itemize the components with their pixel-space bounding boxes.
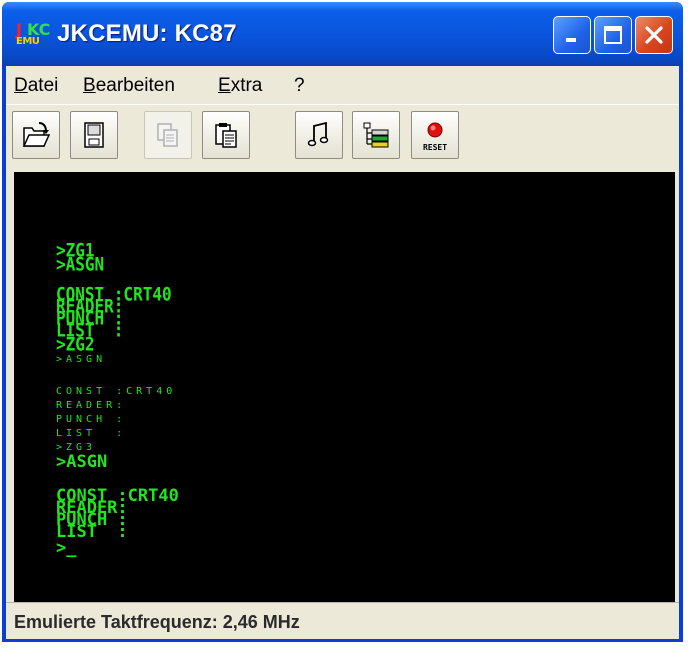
window-title: JKCEMU: KC87	[57, 20, 237, 47]
client-area: Datei Bearbeiten Extra ? RESET >ZG1 >ASG…	[6, 66, 679, 639]
tree-list-icon	[363, 122, 389, 148]
reset-button[interactable]: RESET	[411, 111, 459, 159]
menu-bearbeiten[interactable]: Bearbeiten	[83, 75, 175, 97]
app-icon-letters-emu: EMU	[16, 36, 40, 47]
audio-button[interactable]	[295, 111, 343, 159]
terminal-line: >ASGN	[56, 253, 105, 276]
terminal-line: >ASGN	[56, 452, 108, 472]
menu-datei[interactable]: Datei	[14, 75, 58, 97]
terminal-line: LIST :	[56, 428, 127, 439]
terminal-line: CONST :CRT40	[56, 386, 177, 397]
emulator-screen[interactable]: >ZG1 >ASGN CONST :CRT40 READER: PUNCH : LIST …	[14, 172, 675, 602]
save-disk-icon	[84, 122, 104, 148]
status-bar: Emulierte Taktfrequenz: 2,46 MHz	[6, 602, 679, 639]
close-button[interactable]	[635, 16, 673, 54]
reset-icon	[427, 122, 443, 138]
copy-button[interactable]	[144, 111, 192, 159]
terminal-line: >ZG2	[56, 333, 95, 356]
audio-note-icon	[307, 121, 329, 147]
terminal-line: >_	[56, 538, 77, 558]
maximize-button[interactable]	[594, 16, 632, 54]
minimize-icon	[566, 38, 576, 42]
paste-button[interactable]	[202, 111, 250, 159]
menu-extra[interactable]: Extra	[218, 75, 262, 97]
open-button[interactable]	[12, 111, 60, 159]
close-icon	[645, 26, 663, 44]
paste-icon	[215, 123, 237, 148]
minimize-button[interactable]	[553, 16, 591, 54]
menu-bar: Datei Bearbeiten Extra ?	[6, 66, 679, 104]
maximize-icon	[604, 26, 622, 44]
status-text: Emulierte Taktfrequenz: 2,46 MHz	[14, 612, 300, 632]
save-button[interactable]	[70, 111, 118, 159]
title-bar[interactable]: J KC EMU JKCEMU: KC87	[2, 2, 683, 66]
app-icon[interactable]: J KC EMU	[16, 22, 50, 50]
reset-label: RESET	[422, 143, 448, 152]
application-window: J KC EMU JKCEMU: KC87 Datei Bearbeiten E…	[2, 2, 683, 642]
toolbar: RESET	[6, 104, 679, 169]
open-folder-icon	[22, 122, 51, 147]
terminal-line: READER:	[56, 400, 127, 411]
terminal-line: PUNCH :	[56, 414, 127, 425]
terminal-line: >ASGN	[56, 354, 107, 365]
tree-view-button[interactable]	[352, 111, 400, 159]
menu-help[interactable]: ?	[294, 75, 305, 97]
copy-icon	[157, 123, 178, 147]
